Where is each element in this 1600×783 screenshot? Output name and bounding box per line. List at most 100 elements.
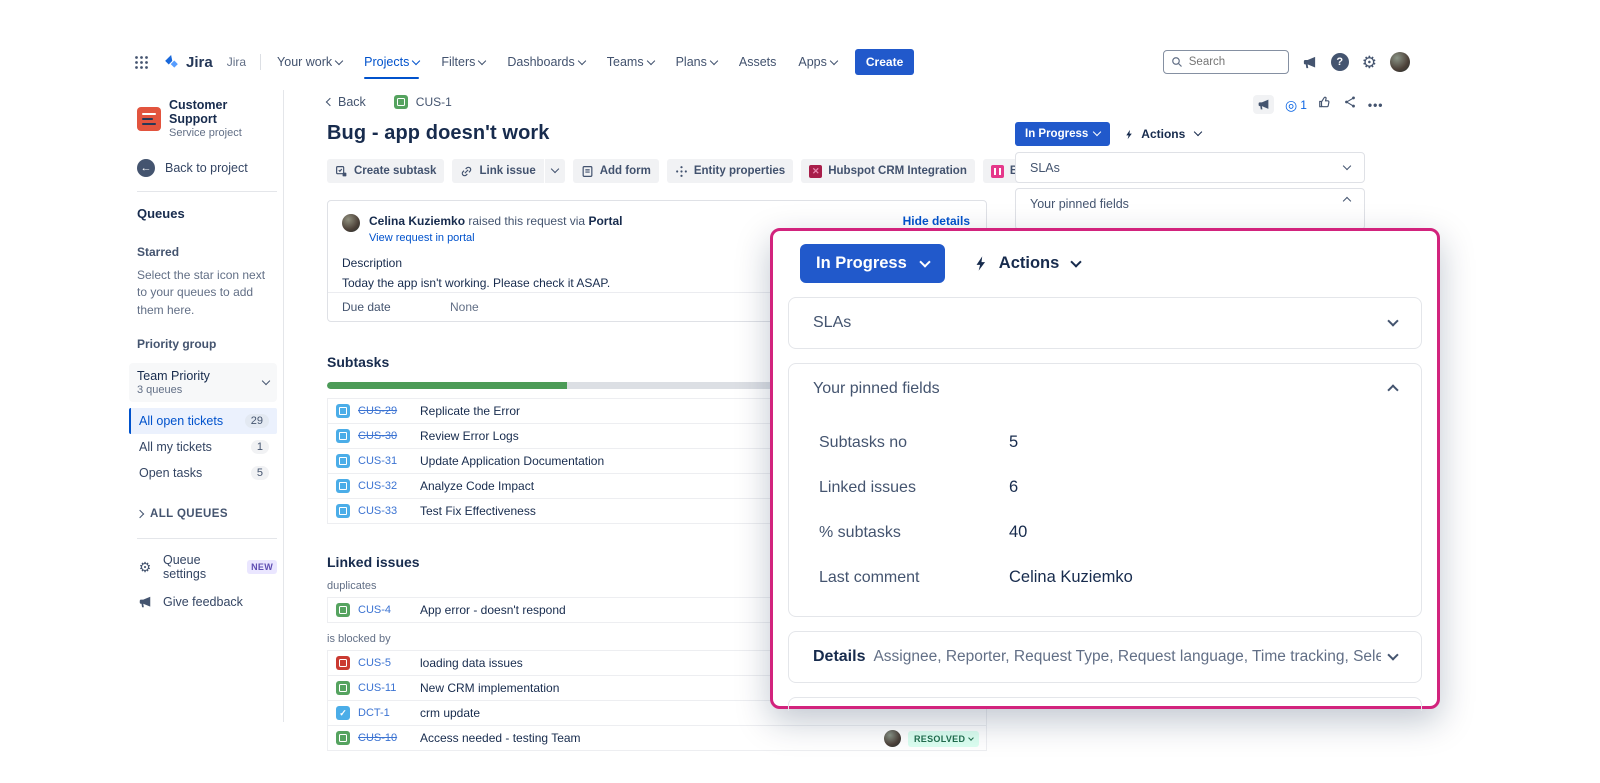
link-issue-dropdown[interactable]	[544, 159, 565, 183]
back-arrow-icon: ←	[137, 159, 155, 177]
queue-settings[interactable]: ⚙ Queue settings NEW	[137, 553, 277, 581]
slas-panel[interactable]: SLAs	[1015, 152, 1365, 183]
request-channel: Portal	[588, 214, 622, 228]
entity-properties-button[interactable]: Entity properties	[667, 159, 793, 183]
settings-gear-icon[interactable]: ⚙	[1362, 54, 1377, 71]
notifications-icon[interactable]	[1302, 54, 1318, 70]
status-label: RESOLVED	[914, 734, 965, 744]
back-label: Back	[338, 95, 366, 109]
nav-item[interactable]: Filters	[441, 55, 485, 69]
queue-item[interactable]: All open tickets 29	[129, 408, 277, 434]
issue-summary[interactable]: New CRM implementation	[420, 681, 559, 695]
queues-heading: Queues	[137, 206, 277, 221]
issue-summary[interactable]: Test Fix Effectiveness	[420, 504, 536, 518]
issue-key-link[interactable]: CUS-10	[358, 732, 406, 744]
help-icon[interactable]: ?	[1331, 53, 1349, 71]
assignee-avatar[interactable]	[884, 730, 901, 747]
issue-summary[interactable]: App error - doesn't respond	[420, 603, 566, 617]
issue-key-link[interactable]: CUS-32	[358, 480, 406, 492]
team-priority-group[interactable]: Team Priority 3 queues	[129, 363, 277, 402]
chevron-down-icon	[968, 735, 974, 741]
issue-key-link[interactable]: DCT-1	[358, 707, 406, 719]
create-subtask-button[interactable]: Create subtask	[327, 159, 444, 183]
slas-label: SLAs	[813, 314, 851, 332]
jira-logo[interactable]: Jira	[162, 53, 213, 72]
hubspot-button[interactable]: Hubspot CRM Integration	[801, 159, 975, 183]
nav-item[interactable]: Teams	[607, 55, 654, 69]
nav-item[interactable]: Assets	[739, 55, 777, 69]
nav-item[interactable]: Apps	[798, 55, 837, 69]
magnified-panel-overlay: In Progress Actions SLAs Your pinned fie…	[770, 228, 1440, 709]
issue-summary[interactable]: loading data issues	[420, 656, 523, 670]
more-icon[interactable]: •••	[1368, 98, 1384, 112]
nav-item[interactable]: Projects	[364, 55, 419, 69]
linked-issue-row[interactable]: CUS-10 Access needed - testing Team RESO…	[327, 725, 987, 751]
queue-item[interactable]: All my tickets 1	[129, 434, 277, 460]
issue-key[interactable]: CUS-1	[416, 95, 452, 109]
status-dropdown[interactable]: In Progress	[1015, 122, 1110, 146]
task-icon: ✓	[336, 706, 350, 720]
field-value[interactable]: Celina Kuziemko	[1009, 568, 1133, 587]
pinned-fields-header[interactable]: Your pinned fields	[789, 364, 1421, 414]
issue-summary[interactable]: crm update	[420, 706, 480, 720]
app-switcher-icon[interactable]	[130, 51, 152, 73]
pinned-fields-panel[interactable]: Your pinned fields	[1015, 188, 1365, 230]
search-input[interactable]	[1189, 56, 1275, 68]
nav-divider	[260, 54, 261, 70]
details-panel[interactable]: Details Assignee, Reporter, Request Type…	[788, 631, 1422, 683]
link-issue-button[interactable]: Link issue	[452, 159, 543, 183]
add-form-button[interactable]: Add form	[573, 159, 659, 183]
issue-key-link[interactable]: CUS-5	[358, 657, 406, 669]
feedback-megaphone-icon[interactable]	[1253, 95, 1274, 114]
search-box[interactable]	[1163, 50, 1289, 74]
share-icon[interactable]	[1343, 95, 1357, 114]
field-value[interactable]: 40	[1009, 523, 1027, 542]
create-button[interactable]: Create	[855, 49, 914, 75]
issue-summary[interactable]: Review Error Logs	[420, 429, 519, 443]
chevron-down-icon	[412, 57, 420, 65]
queue-item[interactable]: Open tasks 5	[129, 460, 277, 486]
user-avatar[interactable]	[1390, 52, 1410, 72]
actions-dropdown[interactable]: Actions	[973, 254, 1081, 273]
issue-key-link[interactable]: CUS-31	[358, 455, 406, 467]
hide-details-link[interactable]: Hide details	[903, 214, 970, 228]
give-feedback[interactable]: Give feedback	[137, 594, 277, 610]
project-header[interactable]: Customer Support Service project	[137, 98, 277, 139]
actions-dropdown[interactable]: Actions	[1124, 127, 1201, 141]
slas-panel[interactable]: SLAs	[788, 297, 1422, 349]
issue-summary[interactable]: Replicate the Error	[420, 404, 520, 418]
chevron-down-icon	[1071, 256, 1082, 267]
issue-summary[interactable]: Access needed - testing Team	[420, 731, 581, 745]
issue-summary[interactable]: Update Application Documentation	[420, 454, 604, 468]
status-badge[interactable]: RESOLVED	[908, 731, 979, 747]
queue-item-label: All my tickets	[139, 440, 212, 454]
back-to-project[interactable]: ← Back to project	[137, 159, 277, 177]
field-label: Last comment	[819, 569, 1009, 587]
vote-thumbs-up-icon[interactable]	[1318, 95, 1332, 114]
chevron-down-icon	[1343, 161, 1351, 169]
nav-item[interactable]: Dashboards	[507, 55, 584, 69]
nav-item[interactable]: Your work	[277, 55, 342, 69]
site-name: Jira	[227, 55, 246, 69]
issue-summary[interactable]: Analyze Code Impact	[420, 479, 534, 493]
queue-settings-label: Queue settings	[163, 553, 237, 581]
issue-key-link[interactable]: CUS-33	[358, 505, 406, 517]
due-date-value[interactable]: None	[450, 300, 479, 314]
status-label: In Progress	[1025, 128, 1088, 140]
issue-key-link[interactable]: CUS-30	[358, 430, 406, 442]
issue-key-link[interactable]: CUS-11	[358, 682, 406, 694]
field-value[interactable]: 6	[1009, 478, 1018, 497]
nav-item[interactable]: Plans	[676, 55, 717, 69]
nav-item-label: Your work	[277, 55, 332, 69]
nav-item-label: Filters	[441, 55, 475, 69]
back-link[interactable]: Back	[327, 95, 366, 109]
status-dropdown[interactable]: In Progress	[800, 244, 945, 283]
field-value[interactable]: 5	[1009, 433, 1018, 452]
all-queues-link[interactable]: ALL QUEUES	[137, 508, 277, 520]
starred-heading: Starred	[137, 245, 277, 259]
view-request-portal-link[interactable]: View request in portal	[369, 232, 475, 244]
watchers-control[interactable]: ◎ 1	[1285, 98, 1307, 112]
new-badge: NEW	[247, 560, 277, 574]
issue-key-link[interactable]: CUS-4	[358, 604, 406, 616]
issue-key-link[interactable]: CUS-29	[358, 405, 406, 417]
